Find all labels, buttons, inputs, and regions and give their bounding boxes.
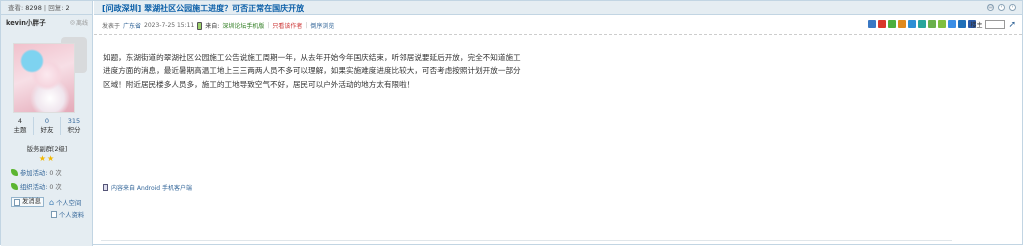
- stat-friends[interactable]: 0 好友: [34, 117, 61, 135]
- views-label: 查看:: [8, 4, 24, 12]
- personal-space-label: 个人空间: [56, 200, 82, 207]
- send-message-label: 发消息: [22, 198, 41, 205]
- profile-icon: [51, 211, 57, 218]
- reverse-order-link[interactable]: 倒序浏览: [310, 21, 334, 30]
- qzone-icon[interactable]: [898, 20, 906, 28]
- android-note-text: 内容来自 Android 手机客户端: [111, 185, 193, 192]
- android-phone-icon: [103, 184, 108, 191]
- qq-icon[interactable]: [908, 20, 916, 28]
- activity-organized: 组织活动: 0 次: [11, 182, 62, 191]
- meta-sep: |: [267, 22, 270, 29]
- thread-stats: 查看: 8298 | 回复: 2: [1, 1, 92, 15]
- jump-go-icon[interactable]: ➚: [1008, 20, 1016, 29]
- thread-title-text: 翠湖社区公园施工进度？可否正常在国庆开放: [144, 4, 305, 13]
- forum-post: 查看: 8298 | 回复: 2 kevin小胖子 ◎ 离线 4 主题 0 好友: [0, 0, 1023, 246]
- kaixin-icon[interactable]: [938, 20, 946, 28]
- leaf-icon: [11, 169, 18, 176]
- renren-icon[interactable]: [918, 20, 926, 28]
- next-thread-icon[interactable]: ›: [1009, 4, 1016, 11]
- message-icon: [14, 198, 20, 206]
- personal-space-link[interactable]: ⌂ 个人空间: [49, 198, 82, 208]
- author-rank: 版务副群[2级]: [26, 146, 68, 153]
- author-name-link[interactable]: kevin小胖子: [6, 17, 46, 27]
- offline-icon: ◎: [69, 18, 75, 26]
- tencent-weibo-icon[interactable]: [948, 20, 956, 28]
- avatar[interactable]: [13, 33, 87, 113]
- floor-jump-input[interactable]: [985, 20, 1006, 29]
- activity-joined: 参加活动: 0 次: [11, 168, 62, 177]
- wechat-icon[interactable]: [888, 20, 896, 28]
- views-count: 8298: [25, 4, 42, 12]
- post-content: 如题，东湖街道的翠湖社区公园施工公告说施工周期一年，从去年开始今年国庆结束，听邻…: [103, 53, 521, 89]
- author-column: 查看: 8298 | 回复: 2 kevin小胖子 ◎ 离线 4 主题 0 好友: [1, 1, 93, 246]
- thread-title: [问政深圳] 翠湖社区公园施工进度？可否正常在国庆开放: [102, 3, 304, 14]
- stat-points-value[interactable]: 315: [61, 117, 87, 125]
- post-meta: 发表于 广东省 2023-7-25 15:11 来自: 深圳论坛手机版 | 只看…: [102, 21, 334, 30]
- stat-friends-label[interactable]: 好友: [34, 125, 60, 135]
- avatar-image[interactable]: [13, 43, 75, 113]
- stat-sep: |: [43, 4, 47, 12]
- online-status: ◎ 离线: [70, 18, 88, 27]
- post-divider: [101, 240, 952, 241]
- from-prefix: 来自:: [205, 23, 220, 30]
- activity-organized-count: 0 次: [49, 184, 62, 191]
- activity-joined-count: 0 次: [49, 170, 62, 177]
- author-row: kevin小胖子 ◎ 离线: [1, 15, 92, 29]
- personal-profile-link[interactable]: 个人资料: [51, 210, 84, 219]
- mobile-app-link[interactable]: 深圳论坛手机版: [222, 21, 264, 30]
- send-message-button[interactable]: 发消息: [11, 197, 44, 207]
- douban-icon[interactable]: [928, 20, 936, 28]
- post-location: 广东省: [123, 23, 142, 30]
- home-icon: ⌂: [49, 198, 55, 207]
- rank-stars-icon: ★★: [38, 154, 56, 163]
- prev-thread-icon[interactable]: ‹: [998, 4, 1005, 11]
- post-datetime: 2023-7-25 15:11: [144, 22, 195, 29]
- android-client-note[interactable]: 内容来自 Android 手机客户端: [103, 183, 192, 192]
- stat-points-label[interactable]: 积分: [61, 125, 87, 135]
- author-stats: 4 主题 0 好友 315 积分: [7, 117, 87, 135]
- floor-jump: 楼主 ➚: [970, 20, 1016, 29]
- stat-points[interactable]: 315 积分: [61, 117, 87, 135]
- stat-friends-value[interactable]: 0: [34, 117, 60, 125]
- mobile-phone-icon: [197, 21, 203, 30]
- activity-joined-label[interactable]: 参加活动:: [20, 168, 47, 177]
- replies-label: 回复:: [48, 4, 64, 12]
- meta-sep: |: [305, 22, 308, 29]
- more-share-icon[interactable]: [958, 20, 966, 28]
- personal-profile-label: 个人资料: [59, 212, 85, 219]
- posted-prefix: 发表于: [102, 23, 121, 30]
- share-icon[interactable]: [868, 20, 876, 28]
- stat-threads-value[interactable]: 4: [7, 117, 33, 125]
- only-author-link[interactable]: 只看该作者: [272, 21, 302, 30]
- print-icon[interactable]: ▤: [987, 4, 994, 11]
- leaf-icon: [11, 183, 18, 190]
- share-toolbar: [868, 20, 976, 28]
- floor-label: 楼主: [970, 22, 983, 29]
- post-meta-bar: 发表于 广东省 2023-7-25 15:11 来自: 深圳论坛手机版 | 只看…: [94, 15, 1022, 35]
- weibo-icon[interactable]: [878, 20, 886, 28]
- activity-organized-label[interactable]: 组织活动:: [20, 182, 47, 191]
- stat-threads-label[interactable]: 主题: [7, 125, 33, 135]
- thread-title-bar: [问政深圳] 翠湖社区公园施工进度？可否正常在国庆开放 ▤ ‹ ›: [94, 1, 1022, 15]
- top-icons: ▤ ‹ ›: [987, 4, 1016, 11]
- replies-count: 2: [65, 4, 70, 12]
- online-status-text: 离线: [75, 19, 88, 27]
- thread-category-tag[interactable]: [问政深圳]: [102, 4, 141, 13]
- stat-threads[interactable]: 4 主题: [7, 117, 34, 135]
